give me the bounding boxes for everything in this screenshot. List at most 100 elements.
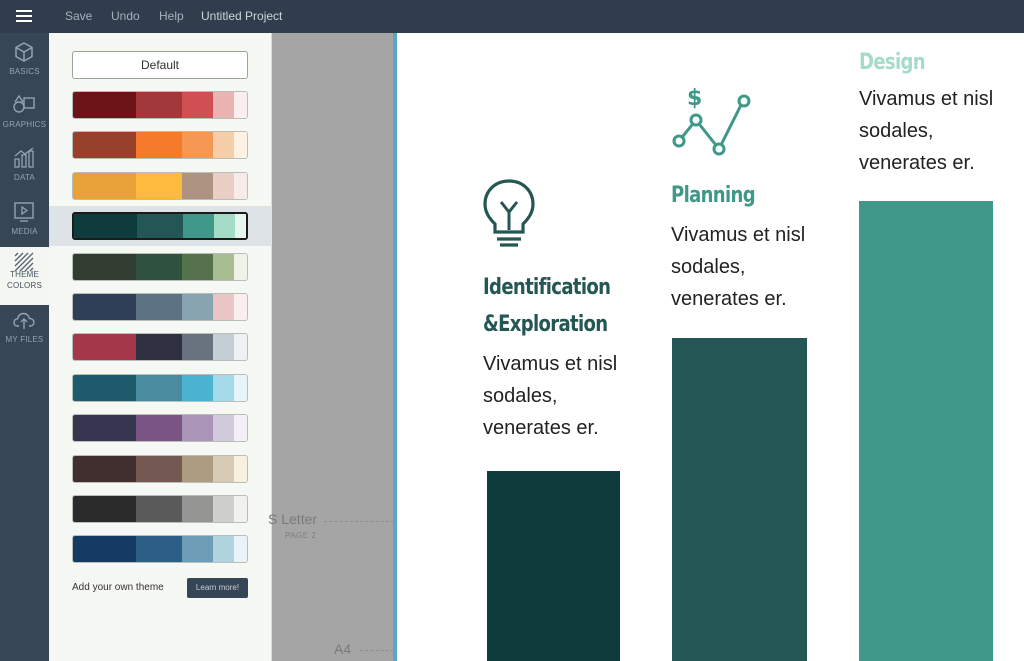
color-swatch bbox=[136, 374, 182, 401]
palette-swatches bbox=[72, 212, 248, 241]
color-swatch bbox=[74, 214, 137, 239]
document-page[interactable]: Identification &Exploration Vivamus et n… bbox=[397, 33, 1024, 661]
color-swatch bbox=[213, 294, 234, 320]
color-swatch bbox=[214, 214, 235, 239]
color-swatch bbox=[73, 294, 136, 320]
palette-swatches bbox=[72, 252, 248, 281]
palette-swatches bbox=[72, 293, 248, 321]
palette-swatches bbox=[72, 91, 248, 119]
palette-swatches bbox=[72, 131, 248, 160]
rail-item-my-files[interactable]: MY FILES bbox=[0, 305, 49, 357]
color-swatch bbox=[136, 92, 182, 118]
learn-more-button[interactable]: Learn more! bbox=[187, 578, 248, 598]
palette-option[interactable] bbox=[49, 125, 272, 165]
add-own-theme-label: Add your own theme bbox=[72, 582, 164, 593]
color-swatch bbox=[234, 455, 247, 482]
color-swatch bbox=[234, 132, 247, 159]
undo-button[interactable]: Undo bbox=[111, 0, 140, 33]
color-swatch bbox=[234, 253, 247, 280]
color-swatch bbox=[213, 536, 234, 563]
color-swatch bbox=[136, 253, 182, 280]
color-swatch bbox=[73, 172, 136, 199]
color-swatch bbox=[73, 455, 136, 482]
project-title[interactable]: Untitled Project bbox=[201, 0, 282, 33]
canvas-workspace[interactable]: S Letter PAGE 2 A4 bbox=[268, 33, 396, 661]
color-swatch bbox=[182, 536, 213, 563]
palette-option[interactable] bbox=[49, 166, 272, 206]
column-body: Vivamus et nisl bbox=[483, 353, 618, 375]
color-swatch bbox=[136, 415, 182, 442]
color-swatch bbox=[182, 132, 213, 159]
color-swatch bbox=[136, 496, 182, 522]
column-title: Design bbox=[859, 50, 926, 75]
palette-option[interactable] bbox=[49, 408, 272, 448]
rail-item-theme-colors[interactable]: THEME COLORS bbox=[0, 247, 49, 305]
color-swatch bbox=[213, 334, 234, 361]
rail-label: MEDIA bbox=[11, 227, 38, 236]
color-swatch bbox=[182, 172, 213, 199]
rail-label: DATA bbox=[14, 173, 35, 182]
default-theme-button[interactable]: Default bbox=[72, 51, 248, 79]
palette-option[interactable] bbox=[49, 85, 272, 125]
rail-label: MY FILES bbox=[5, 335, 44, 344]
color-swatch bbox=[234, 172, 247, 199]
palette-option[interactable] bbox=[49, 449, 272, 489]
column-body: Vivamus et nisl bbox=[671, 224, 806, 246]
color-swatch bbox=[182, 294, 213, 320]
color-swatch bbox=[73, 253, 136, 280]
rail-item-graphics[interactable]: GRAPHICS bbox=[0, 86, 49, 138]
color-swatch bbox=[182, 374, 213, 401]
color-swatch bbox=[182, 496, 213, 522]
theme-colors-panel: Default Add your own theme Learn more! bbox=[49, 33, 272, 661]
hamburger-menu-icon[interactable] bbox=[0, 0, 49, 33]
column-bar[interactable] bbox=[487, 471, 620, 661]
help-button[interactable]: Help bbox=[159, 0, 184, 33]
palette-swatches bbox=[72, 333, 248, 362]
color-swatch bbox=[73, 496, 136, 522]
palette-option[interactable] bbox=[49, 489, 272, 529]
column-body: venerates er. bbox=[859, 152, 975, 174]
page-divider bbox=[360, 650, 394, 651]
color-swatch bbox=[234, 496, 247, 522]
shapes-icon bbox=[13, 94, 35, 113]
column-title: &Exploration bbox=[483, 312, 608, 337]
color-swatch bbox=[182, 455, 213, 482]
column-title: Identification bbox=[483, 275, 611, 300]
color-swatch bbox=[73, 415, 136, 442]
svg-text:$: $ bbox=[687, 86, 702, 111]
palette-option[interactable] bbox=[49, 206, 272, 247]
page-number-label: PAGE 2 bbox=[285, 531, 317, 540]
color-swatch bbox=[213, 253, 234, 280]
column-bar[interactable] bbox=[859, 201, 993, 661]
color-swatch bbox=[73, 536, 136, 563]
palette-option[interactable] bbox=[49, 287, 272, 327]
rail-item-media[interactable]: MEDIA bbox=[0, 193, 49, 245]
growth-chart-icon: $ bbox=[672, 86, 751, 156]
palette-swatches bbox=[72, 171, 248, 200]
color-swatch bbox=[136, 455, 182, 482]
color-swatch bbox=[182, 415, 213, 442]
palette-option[interactable] bbox=[49, 368, 272, 408]
column-title: Planning bbox=[671, 183, 756, 208]
play-icon bbox=[14, 202, 34, 222]
palette-swatches bbox=[72, 535, 248, 564]
rail-item-basics[interactable]: BASICS bbox=[0, 33, 49, 85]
palette-swatches bbox=[72, 373, 248, 402]
left-icon-rail: BASICS GRAPHICS DATA MEDIA THEME COLORS … bbox=[0, 33, 49, 661]
rail-item-data[interactable]: DATA bbox=[0, 139, 49, 191]
color-swatch bbox=[183, 214, 214, 239]
column-body: venerates er. bbox=[671, 288, 787, 310]
palette-option[interactable] bbox=[49, 529, 272, 569]
palette-swatches bbox=[72, 454, 248, 483]
column-body: sodales, bbox=[483, 385, 558, 407]
palette-swatches bbox=[72, 414, 248, 443]
color-swatch bbox=[213, 496, 234, 522]
color-swatch bbox=[73, 132, 136, 159]
palette-option[interactable] bbox=[49, 327, 272, 367]
color-swatch bbox=[234, 92, 247, 118]
page-divider bbox=[324, 521, 394, 522]
column-bar[interactable] bbox=[672, 338, 807, 661]
save-button[interactable]: Save bbox=[65, 0, 92, 33]
palette-option[interactable] bbox=[49, 247, 272, 287]
color-swatch bbox=[235, 214, 246, 239]
